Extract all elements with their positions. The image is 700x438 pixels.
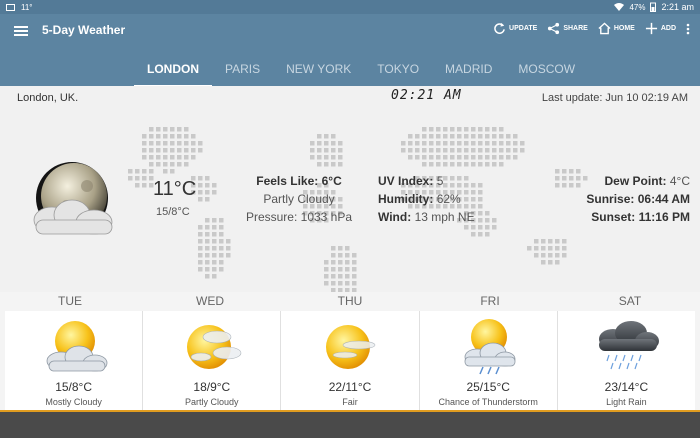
battery-icon bbox=[650, 2, 657, 12]
current-conditions-panel: London, UK. 02:21 AM Last update: Jun 10… bbox=[0, 86, 700, 292]
details-column-3: Dew Point: 4°C Sunrise: 06:44 AM Sunset:… bbox=[586, 174, 690, 224]
app-bar: 5-Day Weather UPDATE SHARE HOME ADD LOND… bbox=[0, 14, 700, 88]
tab-madrid[interactable]: MADRID bbox=[432, 58, 505, 88]
location-label: London, UK. bbox=[17, 92, 79, 104]
wind-value: 13 mph NE bbox=[414, 210, 475, 224]
feels-like-value: 6°C bbox=[321, 174, 342, 188]
tab-tokyo[interactable]: TOKYO bbox=[364, 58, 432, 88]
forecast-condition: Fair bbox=[342, 397, 358, 407]
toolbar-actions: UPDATE SHARE HOME ADD bbox=[493, 22, 690, 35]
sun-storm-icon bbox=[464, 319, 516, 375]
rain-cloud-icon bbox=[599, 321, 660, 370]
tab-moscow[interactable]: MOSCOW bbox=[505, 58, 588, 88]
forecast-card-wed[interactable]: 18/9°C Partly Cloudy bbox=[143, 311, 282, 410]
sun-cloud-icon bbox=[46, 321, 107, 372]
update-button[interactable]: UPDATE bbox=[493, 22, 537, 35]
forecast-card-fri[interactable]: 25/15°C Chance of Thunderstorm bbox=[419, 311, 558, 410]
forecast-day-label: FRI bbox=[480, 294, 500, 308]
humidity-value: 62% bbox=[436, 192, 461, 206]
bottom-navigation-bar bbox=[0, 410, 700, 438]
forecast-day-headers: TUE WED THU FRI SAT bbox=[0, 292, 700, 311]
forecast-temp-range: 25/15°C bbox=[466, 380, 510, 394]
forecast-temp-range: 22/11°C bbox=[328, 380, 372, 394]
uv-index-value: 5 bbox=[436, 174, 444, 188]
forecast-condition: Mostly Cloudy bbox=[45, 397, 102, 407]
forecast-card-thu[interactable]: 22/11°C Fair bbox=[281, 311, 420, 410]
status-bar: 11° 47% 2:21 am bbox=[0, 0, 700, 14]
share-button[interactable]: SHARE bbox=[547, 22, 588, 35]
add-button[interactable]: ADD bbox=[645, 22, 676, 35]
details-column-1: Feels Like: 6°C Partly Cloudy Pressure: … bbox=[240, 172, 358, 226]
tab-paris[interactable]: PARIS bbox=[212, 58, 273, 88]
share-icon bbox=[548, 22, 560, 35]
gallery-icon bbox=[6, 3, 15, 11]
digital-clock: 02:21 AM bbox=[391, 88, 462, 103]
pressure-value: 1033 hPa bbox=[300, 210, 353, 224]
forecast-card-sat[interactable]: 23/14°C Light Rain bbox=[557, 311, 696, 410]
forecast-temp-range: 15/8°C bbox=[55, 380, 93, 394]
home-button[interactable]: HOME bbox=[598, 22, 635, 35]
sun-partly-cloudy-icon bbox=[186, 325, 242, 369]
forecast-condition: Partly Cloudy bbox=[185, 397, 239, 407]
condition-text: Partly Cloudy bbox=[263, 192, 335, 206]
refresh-icon bbox=[494, 22, 505, 34]
home-icon bbox=[598, 22, 611, 35]
forecast-day-label: TUE bbox=[58, 294, 82, 308]
last-update-label: Last update: Jun 10 02:19 AM bbox=[541, 92, 688, 104]
forecast-day-label: WED bbox=[196, 294, 224, 308]
current-high-low: 15/8°C bbox=[156, 206, 190, 218]
sun-fair-icon bbox=[326, 325, 376, 369]
forecast-temp-range: 23/14°C bbox=[604, 380, 649, 394]
accent-strip bbox=[0, 410, 700, 412]
plus-icon bbox=[645, 22, 657, 35]
battery-percent: 47% bbox=[629, 2, 646, 12]
dew-point-value: 4°C bbox=[669, 174, 690, 188]
forecast-condition: Chance of Thunderstorm bbox=[438, 397, 538, 407]
forecast-day-label: THU bbox=[337, 294, 363, 308]
forecast-day-label: SAT bbox=[618, 294, 642, 308]
forecast-temp-range: 18/9°C bbox=[193, 380, 231, 394]
hamburger-icon[interactable] bbox=[14, 24, 28, 38]
status-temperature: 11° bbox=[21, 2, 33, 12]
sunrise-value: 06:44 AM bbox=[637, 192, 690, 206]
app-title: 5-Day Weather bbox=[42, 23, 126, 37]
wifi-icon bbox=[614, 3, 625, 11]
sunset-value: 11:16 PM bbox=[638, 210, 690, 224]
details-column-2: UV Index: 5 Humidity: 62% Wind: 13 mph N… bbox=[378, 174, 475, 224]
current-temperature: 11°C bbox=[153, 178, 197, 200]
forecast-condition: Light Rain bbox=[606, 397, 647, 407]
five-day-forecast: TUE WED THU FRI SAT 15/8°C Mostly Cloudy… bbox=[0, 292, 700, 410]
forecast-card-tue[interactable]: 15/8°C Mostly Cloudy bbox=[5, 311, 144, 410]
moon-cloud-icon bbox=[33, 162, 113, 235]
tab-new-york[interactable]: NEW YORK bbox=[273, 58, 364, 88]
city-tabs: LONDON PARIS NEW YORK TOKYO MADRID MOSCO… bbox=[134, 58, 588, 88]
tab-london[interactable]: LONDON bbox=[134, 58, 212, 88]
more-vert-icon[interactable] bbox=[686, 23, 690, 35]
status-time: 2:21 am bbox=[661, 2, 694, 12]
